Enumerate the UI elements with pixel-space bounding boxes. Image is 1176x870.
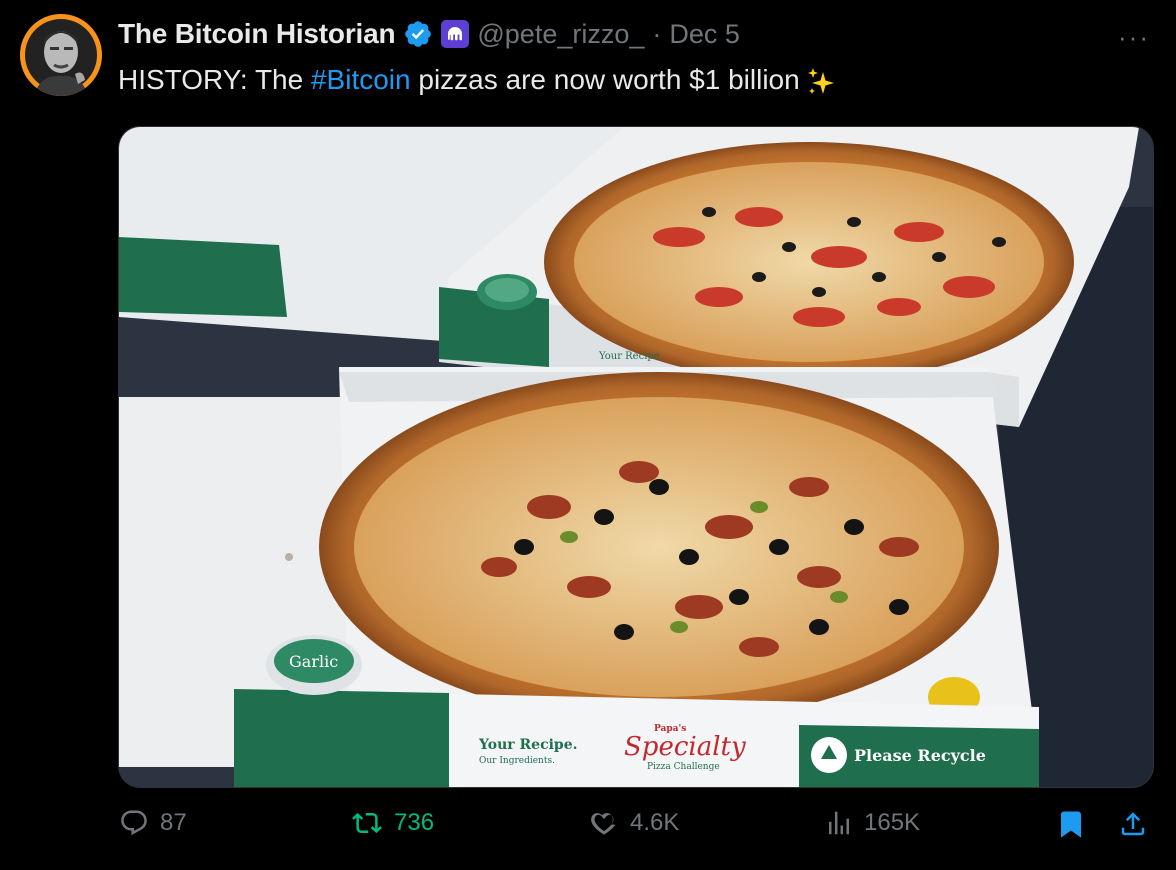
tweet-actions: 87 736 4.6K 165K xyxy=(118,808,1152,854)
garlic-cup-label: Garlic xyxy=(289,652,338,671)
tweet-date[interactable]: Dec 5 xyxy=(669,19,740,50)
like-button[interactable]: 4.6K xyxy=(588,808,679,838)
kraken-badge-icon[interactable] xyxy=(441,20,470,48)
bookmark-button[interactable] xyxy=(1056,808,1086,840)
views-count: 165K xyxy=(864,809,921,836)
box-challenge-text: Pizza Challenge xyxy=(647,762,720,772)
box-specialty-text: Specialty xyxy=(624,732,746,762)
tweet-text: HISTORY: The #Bitcoin pizzas are now wor… xyxy=(118,60,836,100)
author-avatar[interactable] xyxy=(20,14,102,96)
like-count: 4.6K xyxy=(630,809,680,836)
box-ingredients-text: Our Ingredients. xyxy=(479,756,555,766)
tweet-text-prefix: HISTORY: The xyxy=(118,64,311,95)
tweet-header: The Bitcoin Historian @pete_rizzo_ · Dec… xyxy=(118,14,740,54)
share-icon xyxy=(1118,808,1148,840)
hashtag-link[interactable]: #Bitcoin xyxy=(311,64,411,95)
bookmark-icon xyxy=(1056,808,1086,840)
back-box-text: Your Recipe xyxy=(598,351,660,362)
views-icon xyxy=(824,808,854,838)
more-icon[interactable]: ··· xyxy=(1118,22,1150,53)
author-name[interactable]: The Bitcoin Historian xyxy=(118,18,396,50)
reply-icon xyxy=(118,808,150,838)
retweet-icon xyxy=(350,808,384,838)
reply-button[interactable]: 87 xyxy=(118,808,187,838)
retweet-button[interactable]: 736 xyxy=(350,808,434,838)
author-handle[interactable]: @pete_rizzo_ xyxy=(477,19,644,50)
box-recipe-text: Your Recipe. xyxy=(478,737,578,753)
views-button[interactable]: 165K xyxy=(824,808,920,838)
box-recycle-text: Please Recycle xyxy=(854,746,986,765)
share-button[interactable] xyxy=(1118,808,1148,840)
retweet-count: 736 xyxy=(394,809,435,836)
verified-icon[interactable] xyxy=(403,19,433,49)
reply-count: 87 xyxy=(160,809,187,836)
sparkles-icon xyxy=(806,66,836,98)
like-icon xyxy=(588,808,620,838)
tweet-text-suffix: pizzas are now worth $1 billion xyxy=(410,64,800,95)
tweet-media-image[interactable]: Your Recipe Garlic Your Recipe. Our Ingr… xyxy=(118,126,1154,788)
separator-dot: · xyxy=(652,18,662,49)
